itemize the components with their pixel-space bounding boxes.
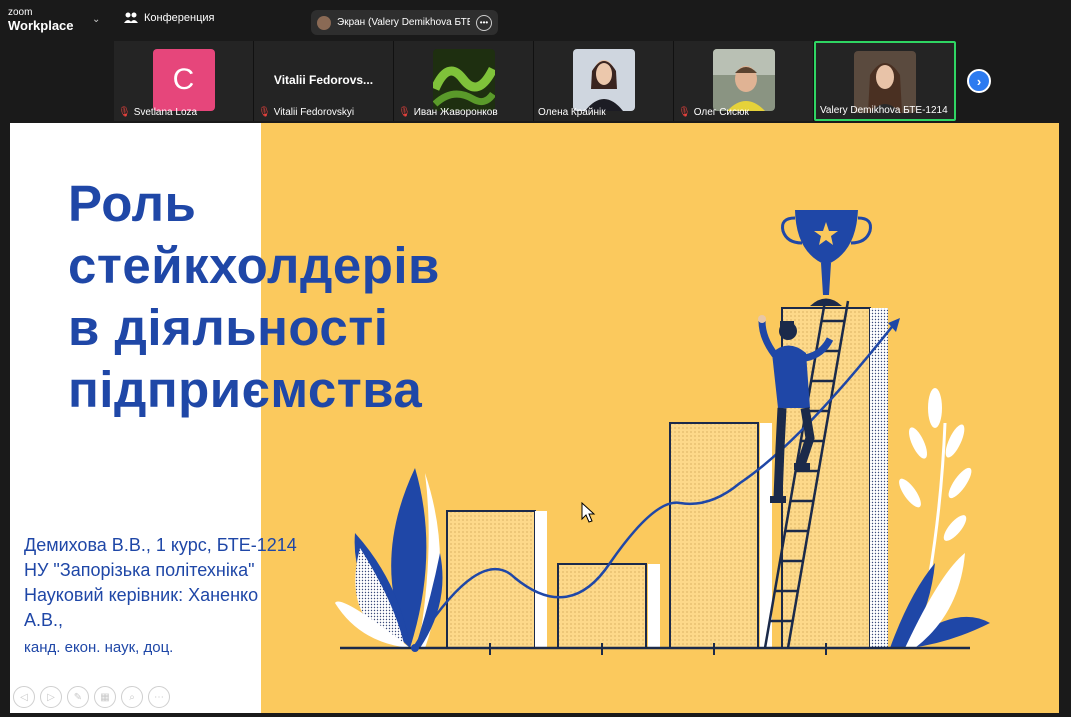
author-line: Науковий керівник: Ханенко: [24, 585, 259, 605]
next-slide-icon[interactable]: ▷: [40, 686, 62, 708]
pen-icon[interactable]: ✎: [67, 686, 89, 708]
participants-icon: [124, 12, 138, 23]
participant-name-text: Vitalii Fedorovskyi: [273, 107, 355, 118]
video-thumbnail: [572, 49, 635, 111]
logo-top-text: zoom: [8, 7, 33, 18]
video-thumbnail: [854, 51, 916, 113]
plant-left: [335, 468, 443, 648]
plant-right: [890, 388, 990, 649]
participant-strip: C 🎙 Svetlana Loza Vitalii Fedorovs... 🎙 Vi…: [114, 41, 956, 121]
meeting-label: Конференция: [144, 12, 215, 24]
bar-2-highlight: [648, 564, 660, 648]
participant-name-text: Valery Demikhova БТЕ-1214: [820, 105, 948, 116]
mic-muted-icon: 🎙: [398, 107, 411, 118]
author-line: канд. екон. наук, доц.: [24, 639, 174, 656]
participant-name: 🎙 Vitalii Fedorovskyi: [258, 107, 354, 118]
trophy-icon: [781, 210, 872, 306]
mouse-cursor-icon: [581, 501, 596, 523]
author-info: Демихова В.В., 1 курс, БТЕ-1214 НУ "Запо…: [24, 533, 297, 660]
bar-1-highlight: [535, 511, 547, 648]
zoom-logo: zoom Workplace: [8, 7, 74, 33]
participant-name-text: Svetlana Loza: [133, 107, 198, 118]
shared-slide: Роль стейкхолдерів в діяльності підприєм…: [10, 123, 1059, 713]
video-thumbnail: [712, 49, 775, 111]
slideshow-controls: ◁ ▷ ✎ ▦ ⌕ ⋯: [13, 686, 170, 708]
slide-title-line: в діяльності: [68, 299, 389, 356]
zoom-icon[interactable]: ⌕: [121, 686, 143, 708]
slide-title-line: підприємства: [68, 361, 423, 418]
more-options-icon[interactable]: •••: [476, 14, 492, 31]
screen-share-pill[interactable]: Экран (Valery Demikhova БТЕ-12 •••: [311, 10, 498, 35]
slides-grid-icon[interactable]: ▦: [94, 686, 116, 708]
meeting-info-button[interactable]: Конференция: [124, 12, 214, 24]
author-line: НУ "Запорізька політехніка": [24, 560, 255, 580]
participant-tile[interactable]: Олена Крайнік: [534, 41, 673, 121]
chevron-right-icon[interactable]: ›: [967, 69, 991, 93]
mic-muted-icon: 🎙: [258, 107, 271, 118]
bar-1: [446, 510, 536, 649]
participant-tile[interactable]: Vitalii Fedorovs... 🎙 Vitalii Fedorovskyi: [254, 41, 393, 121]
slide-title: Роль стейкхолдерів в діяльності підприєм…: [68, 173, 440, 421]
bar-2: [557, 563, 647, 649]
top-bar: zoom Workplace ⌄ Конференция Экран (Vale…: [0, 0, 1071, 40]
participant-tile[interactable]: 🎙 Иван Жаворонков: [394, 41, 533, 121]
participant-name: 🎙 Олег Сисюк: [678, 107, 749, 118]
participant-tile[interactable]: C 🎙 Svetlana Loza: [114, 41, 253, 121]
participant-name: 🎙 Иван Жаворонков: [398, 107, 498, 118]
participant-tile-active[interactable]: Valery Demikhova БТЕ-1214: [814, 41, 956, 121]
slide-title-line: стейкхолдерів: [68, 237, 440, 294]
author-line: Демихова В.В., 1 курс, БТЕ-1214: [24, 535, 297, 555]
video-thumbnail: [432, 49, 495, 111]
participant-name-text: Олена Крайнік: [538, 107, 606, 118]
mic-muted-icon: 🎙: [118, 107, 131, 118]
bar-3: [669, 422, 759, 649]
more-icon[interactable]: ⋯: [148, 686, 170, 708]
participant-tile[interactable]: 🎙 Олег Сисюк: [674, 41, 813, 121]
logo-bottom-text: Workplace: [8, 18, 74, 33]
trend-start-dot: [411, 644, 419, 652]
share-label: Экран (Valery Demikhova БТЕ-12: [337, 17, 470, 28]
avatar: C: [152, 49, 215, 111]
previous-slide-icon[interactable]: ◁: [13, 686, 35, 708]
avatar-letter: C: [172, 63, 195, 96]
participant-name: Valery Demikhova БТЕ-1214: [820, 105, 948, 116]
participant-name: Олена Крайнік: [538, 107, 606, 118]
sharer-avatar: [317, 15, 331, 30]
author-line: А.В.,: [24, 610, 64, 630]
participant-name: 🎙 Svetlana Loza: [118, 107, 197, 118]
participant-display-name: Vitalii Fedorovs...: [273, 73, 374, 87]
mic-muted-icon: 🎙: [678, 107, 691, 118]
slide-title-line: Роль: [68, 175, 197, 232]
participant-name-text: Олег Сисюк: [693, 107, 749, 118]
bar-4-shade: [870, 308, 888, 648]
chevron-down-icon[interactable]: ⌄: [92, 14, 100, 25]
participant-name-text: Иван Жаворонков: [413, 107, 498, 118]
